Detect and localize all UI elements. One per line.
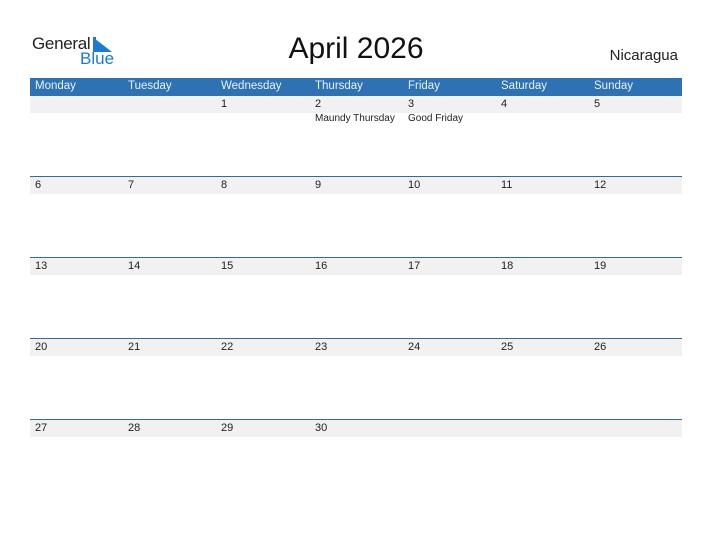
day-number: 9 bbox=[315, 179, 322, 191]
day-number: 10 bbox=[408, 179, 421, 191]
country-label: Nicaragua bbox=[609, 47, 678, 64]
day-number: 26 bbox=[594, 341, 607, 353]
day-number: 29 bbox=[221, 422, 234, 434]
date-band bbox=[30, 96, 682, 113]
day-number: 3 bbox=[408, 98, 415, 110]
weekday-friday: Friday bbox=[408, 80, 440, 92]
day-number: 7 bbox=[128, 179, 135, 191]
day-number: 6 bbox=[35, 179, 42, 191]
weekday-header: Monday Tuesday Wednesday Thursday Friday Satu… bbox=[30, 78, 682, 96]
day-number: 2 bbox=[315, 98, 322, 110]
weekday-monday: Monday bbox=[35, 80, 76, 92]
day-number: 12 bbox=[594, 179, 607, 191]
day-number: 15 bbox=[221, 260, 234, 272]
weekday-sunday: Sunday bbox=[594, 80, 634, 92]
weekday-tuesday: Tuesday bbox=[128, 80, 172, 92]
day-number: 24 bbox=[408, 341, 421, 353]
week-row: 27 28 29 30 bbox=[30, 419, 682, 501]
week-row: 20 21 22 23 24 25 26 bbox=[30, 338, 682, 420]
day-number: 4 bbox=[501, 98, 508, 110]
week-row: 6 7 8 9 10 11 12 bbox=[30, 176, 682, 258]
day-number: 18 bbox=[501, 260, 514, 272]
weekday-saturday: Saturday bbox=[501, 80, 548, 92]
day-number: 14 bbox=[128, 260, 141, 272]
day-number: 20 bbox=[35, 341, 48, 353]
day-number: 19 bbox=[594, 260, 607, 272]
week-row: 1 2 Maundy Thursday 3 Good Friday 4 5 bbox=[30, 96, 682, 177]
weekday-wednesday: Wednesday bbox=[221, 80, 282, 92]
week-row: 13 14 15 16 17 18 19 bbox=[30, 257, 682, 339]
page-title: April 2026 bbox=[288, 32, 424, 65]
day-number: 17 bbox=[408, 260, 421, 272]
day-number: 21 bbox=[128, 341, 141, 353]
day-number: 30 bbox=[315, 422, 328, 434]
weekday-thursday: Thursday bbox=[315, 80, 363, 92]
day-number: 16 bbox=[315, 260, 328, 272]
day-number: 5 bbox=[594, 98, 601, 110]
day-number: 23 bbox=[315, 341, 328, 353]
day-number: 25 bbox=[501, 341, 514, 353]
day-number: 13 bbox=[35, 260, 48, 272]
day-number: 28 bbox=[128, 422, 141, 434]
holiday-event: Good Friday bbox=[408, 113, 464, 124]
day-number: 11 bbox=[501, 179, 513, 191]
day-number: 1 bbox=[221, 98, 228, 110]
holiday-event: Maundy Thursday bbox=[315, 113, 395, 124]
day-number: 22 bbox=[221, 341, 234, 353]
day-number: 8 bbox=[221, 179, 228, 191]
day-number: 27 bbox=[35, 422, 48, 434]
